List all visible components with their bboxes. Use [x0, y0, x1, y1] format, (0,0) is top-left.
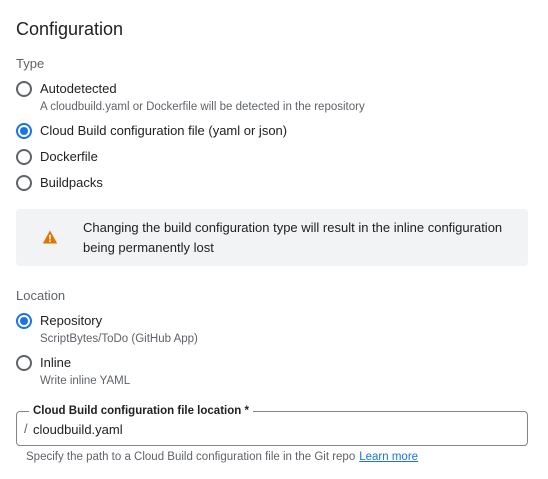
radio-button[interactable] — [16, 313, 32, 329]
learn-more-link[interactable]: Learn more — [359, 451, 418, 463]
radio-cloud-build-config-file[interactable]: Cloud Build configuration file (yaml or … — [16, 123, 287, 139]
type-section-label: Type — [16, 56, 45, 71]
warning-icon — [42, 230, 58, 244]
radio-label: Dockerfile — [40, 149, 98, 164]
radio-label: Inline — [40, 355, 72, 370]
warning-banner: Changing the build configuration type wi… — [16, 209, 528, 266]
config-file-location-input[interactable] — [33, 417, 513, 441]
radio-label: Repository — [40, 313, 103, 328]
radio-button[interactable] — [16, 175, 32, 191]
radio-inline[interactable]: Inline Write inline YAML — [16, 355, 130, 388]
radio-label: Autodetected — [40, 81, 117, 96]
radio-button[interactable] — [16, 81, 32, 97]
helper-text: Specify the path to a Cloud Build config… — [26, 451, 356, 463]
helper-text-row: Specify the path to a Cloud Build config… — [26, 451, 418, 463]
field-prefix: / — [24, 421, 28, 436]
radio-buildpacks[interactable]: Buildpacks — [16, 175, 103, 191]
page-title: Configuration — [16, 19, 124, 39]
radio-repository[interactable]: Repository ScriptBytes/ToDo (GitHub App) — [16, 313, 198, 346]
radio-description: Write inline YAML — [40, 375, 131, 387]
radio-button[interactable] — [16, 123, 32, 139]
radio-label: Buildpacks — [40, 175, 103, 190]
config-file-location-field[interactable]: Cloud Build configuration file location … — [16, 404, 528, 446]
radio-description: A cloudbuild.yaml or Dockerfile will be … — [40, 101, 365, 113]
radio-autodetected[interactable]: Autodetected A cloudbuild.yaml or Docker… — [16, 81, 365, 114]
location-section-label: Location — [16, 288, 66, 303]
radio-dockerfile[interactable]: Dockerfile — [16, 149, 98, 165]
radio-label: Cloud Build configuration file (yaml or … — [40, 123, 288, 138]
warning-text: Changing the build configuration type wi… — [83, 220, 503, 255]
radio-button[interactable] — [16, 149, 32, 165]
radio-description: ScriptBytes/ToDo (GitHub App) — [40, 333, 198, 345]
field-label: Cloud Build configuration file location … — [29, 404, 253, 418]
radio-button[interactable] — [16, 355, 32, 371]
